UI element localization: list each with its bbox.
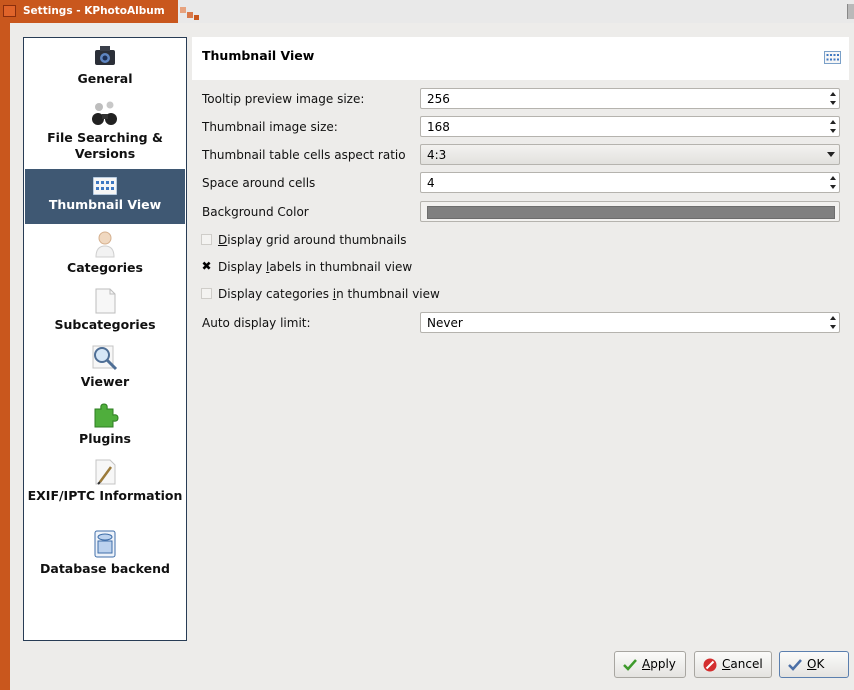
sidebar-item-file-searching[interactable]: File Searching & Versions — [25, 100, 185, 168]
background-color-button[interactable] — [420, 201, 840, 222]
decoration-icon — [180, 7, 199, 20]
person-icon — [95, 231, 115, 258]
magnifier-icon — [92, 345, 118, 371]
space-around-cells-label: Space around cells — [202, 176, 316, 190]
sidebar-item-label: Categories — [67, 260, 143, 275]
checkbox-box[interactable] — [201, 234, 212, 245]
thumbnail-grid-icon — [93, 177, 117, 195]
chevron-down-icon[interactable] — [827, 152, 835, 157]
sidebar-item-general[interactable]: General — [25, 43, 185, 99]
sidebar-item-label: Database backend — [40, 561, 170, 576]
tooltip-preview-label: Tooltip preview image size: — [202, 92, 365, 106]
sidebar-item-label: EXIF/IPTC Information — [27, 488, 183, 503]
ok-button-label: OK — [807, 657, 825, 671]
sidebar-item-label: File Searching & Versions — [47, 130, 163, 161]
aspect-ratio-label: Thumbnail table cells aspect ratio — [202, 148, 406, 162]
space-around-cells-spinbox[interactable]: 4 — [420, 172, 840, 193]
cancel-button[interactable]: Cancel — [694, 651, 772, 678]
display-categories-label: Display categories in thumbnail view — [218, 287, 440, 301]
checkbox-box[interactable] — [201, 288, 212, 299]
sidebar-item-label: Thumbnail View — [48, 197, 162, 212]
thumbnail-size-value: 168 — [427, 120, 450, 134]
space-around-cells-value: 4 — [427, 176, 435, 190]
settings-sidebar: General File Searching & Versions Thumbn… — [23, 37, 187, 641]
title-bar[interactable]: Settings - KPhotoAlbum — [0, 0, 854, 24]
spin-arrows-icon[interactable] — [829, 91, 837, 106]
checkmark-icon[interactable]: ✖ — [201, 260, 212, 272]
spin-arrows-icon[interactable] — [829, 315, 837, 330]
window-title: Settings - KPhotoAlbum — [23, 5, 165, 17]
window-title-tab[interactable]: Settings - KPhotoAlbum — [0, 0, 178, 23]
sidebar-item-label: Plugins — [79, 431, 131, 446]
page-title: Thumbnail View — [202, 48, 315, 63]
document-icon — [95, 288, 116, 314]
ok-button[interactable]: OK — [779, 651, 849, 678]
puzzle-piece-icon — [94, 403, 119, 428]
auto-display-limit-label: Auto display limit: — [202, 316, 311, 330]
database-icon — [94, 530, 116, 558]
app-icon — [3, 5, 16, 17]
aspect-ratio-combo[interactable]: 4:3 — [420, 144, 840, 165]
auto-display-limit-value: Never — [427, 316, 463, 330]
page-header: Thumbnail View — [192, 37, 849, 80]
sidebar-item-thumbnail-view[interactable]: Thumbnail View — [25, 169, 185, 224]
auto-display-limit-spinbox[interactable]: Never — [420, 312, 840, 333]
cancel-button-label: Cancel — [722, 657, 763, 671]
thumbnail-size-label: Thumbnail image size: — [202, 120, 338, 134]
sidebar-item-label: General — [77, 71, 133, 86]
cancel-icon — [703, 658, 717, 672]
sidebar-item-exif-iptc[interactable]: EXIF/IPTC Information — [25, 458, 185, 528]
checkmark-icon — [623, 659, 637, 671]
display-grid-label: Display grid around thumbnails — [218, 233, 407, 247]
checkmark-icon — [788, 659, 802, 671]
aspect-ratio-value: 4:3 — [427, 148, 447, 162]
window-menu-icon[interactable] — [847, 4, 854, 19]
camera-icon — [95, 46, 115, 65]
tooltip-preview-value: 256 — [427, 92, 450, 106]
sidebar-item-database-backend[interactable]: Database backend — [25, 529, 185, 599]
sidebar-item-subcategories[interactable]: Subcategories — [25, 287, 185, 343]
thumbnail-grid-icon — [824, 51, 841, 64]
sidebar-item-label: Viewer — [80, 374, 130, 389]
thumbnail-size-spinbox[interactable]: 168 — [420, 116, 840, 137]
apply-button[interactable]: Apply — [614, 651, 686, 678]
spin-arrows-icon[interactable] — [829, 175, 837, 190]
display-labels-label: Display labels in thumbnail view — [218, 260, 413, 274]
sidebar-item-plugins[interactable]: Plugins — [25, 401, 185, 457]
tooltip-preview-spinbox[interactable]: 256 — [420, 88, 840, 109]
pen-icon — [95, 459, 116, 485]
background-color-label: Background Color — [202, 205, 309, 219]
sidebar-item-categories[interactable]: Categories — [25, 230, 185, 286]
background-color-swatch — [427, 206, 835, 219]
sidebar-item-label: Subcategories — [54, 317, 156, 332]
binoculars-icon — [92, 101, 117, 125]
apply-button-label: Apply — [642, 657, 676, 671]
spin-arrows-icon[interactable] — [829, 119, 837, 134]
sidebar-item-viewer[interactable]: Viewer — [25, 344, 185, 400]
